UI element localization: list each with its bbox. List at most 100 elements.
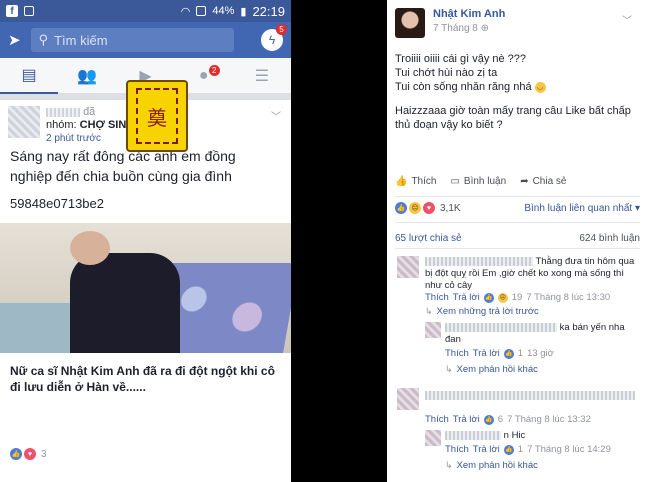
view-previous-label: Xem những trả lời trước <box>436 306 539 317</box>
reply-time[interactable]: 7 Tháng 8 lúc 14:29 <box>527 444 611 455</box>
commenter-name-blurred[interactable] <box>445 322 557 332</box>
comment-reply-link[interactable]: Trả lời <box>453 292 480 303</box>
author-suffix: đã <box>83 106 96 118</box>
love-reaction-icon: ♥ <box>423 202 435 214</box>
post-date[interactable]: 7 Tháng 8 ⊕ <box>433 23 505 34</box>
battery-text: 44% <box>212 5 235 17</box>
comment-reply: ka bán yến nha đan <box>445 322 635 346</box>
comment-like-link[interactable]: Thích <box>425 414 449 425</box>
divider <box>395 196 640 197</box>
love-reaction-icon: ♥ <box>24 448 36 460</box>
reply-meta: Thích Trả lời 👍 1 13 giờ <box>445 348 554 359</box>
group-prefix: nhóm: <box>46 119 77 131</box>
comment-meta: Thích Trả lời 👍 ☹ 19 7 Tháng 8 lúc 13:30 <box>425 292 610 303</box>
avatar[interactable] <box>425 430 441 446</box>
tab-menu[interactable]: ☰ <box>233 58 291 94</box>
avatar[interactable] <box>397 256 419 278</box>
post-line: Tui còn sống nhăn răng nhá ◡ <box>395 80 640 94</box>
like-button[interactable]: 👍 Thích <box>395 176 436 187</box>
reply-like-link[interactable]: Thích <box>445 348 469 359</box>
reply-meta: Thích Trả lời 👍 1 7 Tháng 8 lúc 14:29 <box>445 444 611 455</box>
reply-reply-link[interactable]: Trả lời <box>473 444 500 455</box>
post-date-text: 7 Tháng 8 <box>433 23 478 34</box>
funeral-sticker: 奠 <box>126 80 188 152</box>
author-blurred[interactable] <box>46 107 80 117</box>
messenger-button[interactable]: ϟ 5 <box>261 24 287 51</box>
share-label: Chia sẻ <box>532 176 567 187</box>
comment-like-link[interactable]: Thích <box>425 292 449 303</box>
comments-total[interactable]: 624 bình luận <box>579 233 640 244</box>
comment-sort-dropdown[interactable]: Bình luận liên quan nhất ▾ <box>524 203 640 214</box>
reply-arrow-icon: ↳ <box>425 306 433 316</box>
menu-icon: ☰ <box>254 67 270 85</box>
commenter-name-blurred[interactable] <box>445 430 501 440</box>
reply-reply-link[interactable]: Trả lời <box>473 348 500 359</box>
avatar[interactable] <box>425 322 441 338</box>
commenter-name-blurred[interactable] <box>425 256 533 266</box>
post-line-text: Tui còn sống nhăn răng nhá <box>395 81 532 93</box>
reactions-row: 👍 ☹ ♥ 3,1K Bình luận liên quan nhất ▾ <box>395 202 640 214</box>
avatar[interactable] <box>397 388 419 410</box>
share-button[interactable]: ➦ Chia sẻ <box>520 176 566 187</box>
avatar[interactable] <box>395 8 425 38</box>
sad-reaction-icon: ☹ <box>497 292 508 303</box>
post-header: Nhật Kim Anh 7 Tháng 8 ⊕ ﹀ <box>387 0 648 44</box>
post-line: Haizzzaaa giờ toàn mấy trang câu Like bấ… <box>395 105 631 131</box>
comment-react-count: 6 <box>497 414 504 425</box>
search-input[interactable]: ⚲ Tìm kiếm <box>30 28 234 52</box>
like-reaction-icon: 👍 <box>483 292 494 303</box>
comment-reply-link[interactable]: Trả lời <box>453 414 480 425</box>
globe-icon: ⊕ <box>480 23 490 34</box>
reply-like-link[interactable]: Thích <box>445 444 469 455</box>
author-name[interactable]: Nhật Kim Anh <box>433 8 505 20</box>
gallery-icon <box>24 6 34 16</box>
clock: 22:19 <box>252 3 285 19</box>
photo-face <box>70 231 110 265</box>
comment: Thằng đưa tin hôm qua bị đột quỵ rồi Em … <box>425 256 635 292</box>
reply-time[interactable]: 13 giờ <box>527 348 554 359</box>
comment-time[interactable]: 7 Tháng 8 lúc 13:32 <box>507 414 591 425</box>
share-icon: ➦ <box>520 176 529 187</box>
reactions-count[interactable]: 3,1K <box>440 203 461 214</box>
avatar[interactable] <box>8 106 40 138</box>
friends-icon: 👥 <box>77 67 98 85</box>
reaction-summary[interactable]: 👍 ♥ 3 <box>0 448 291 460</box>
like-label: Thích <box>411 176 437 187</box>
tab-news-feed[interactable]: ▤ <box>0 58 59 94</box>
divider <box>395 248 640 249</box>
view-more-replies[interactable]: ↳ Xem phản hồi khác <box>445 460 538 471</box>
reaction-count: 3 <box>41 448 47 460</box>
group-name[interactable]: CHỢ SIN <box>80 119 127 131</box>
divider <box>395 222 640 223</box>
post-photo[interactable] <box>0 223 291 353</box>
comment-button[interactable]: ▭ Bình luận <box>450 176 506 187</box>
view-more-replies[interactable]: ↳ Xem phản hồi khác <box>445 364 538 375</box>
send-icon[interactable]: ➤ <box>8 31 21 49</box>
like-reaction-icon: 👍 <box>503 348 514 359</box>
shares-link[interactable]: 65 lượt chia sẻ <box>395 233 462 244</box>
signal-icon <box>196 6 207 16</box>
like-reaction-icon: 👍 <box>503 444 514 455</box>
notifications-badge: 2 <box>208 64 220 76</box>
tab-friends[interactable]: 👥 <box>58 58 116 94</box>
sad-reaction-icon: ☹ <box>409 202 421 214</box>
collage: f ◠ 44% ▮ 22:19 ➤ ⚲ Tìm kiếm ϟ 5 ▤ 👥 ▶ ●… <box>0 0 648 482</box>
view-previous-replies[interactable]: ↳ Xem những trả lời trước <box>425 306 539 317</box>
chevron-down-icon[interactable]: ﹀ <box>622 12 632 27</box>
chevron-down-icon[interactable]: ﹀ <box>271 108 281 123</box>
reply-arrow-icon: ↳ <box>445 460 453 470</box>
post-line: Tui chớt hùi nào zị ta <box>395 67 498 79</box>
status-bar: f ◠ 44% ▮ 22:19 <box>0 0 291 22</box>
link-title[interactable]: Nữ ca sĩ Nhật Kim Anh đã ra đi đột ngột … <box>0 353 291 413</box>
messenger-badge: 5 <box>276 24 287 35</box>
caret-down-icon: ▾ <box>634 202 640 214</box>
post-time[interactable]: 2 phút trước <box>46 132 126 145</box>
like-reaction-icon: 👍 <box>483 414 494 425</box>
reply-text: n Hic <box>503 430 526 441</box>
notifications-icon: ● <box>198 66 209 84</box>
reply-arrow-icon: ↳ <box>445 364 453 374</box>
battery-icon: ▮ <box>240 5 247 18</box>
search-bar: ➤ ⚲ Tìm kiếm ϟ 5 <box>0 22 291 58</box>
news-feed-icon: ▤ <box>21 66 37 84</box>
comment-time[interactable]: 7 Tháng 8 lúc 13:30 <box>526 292 610 303</box>
